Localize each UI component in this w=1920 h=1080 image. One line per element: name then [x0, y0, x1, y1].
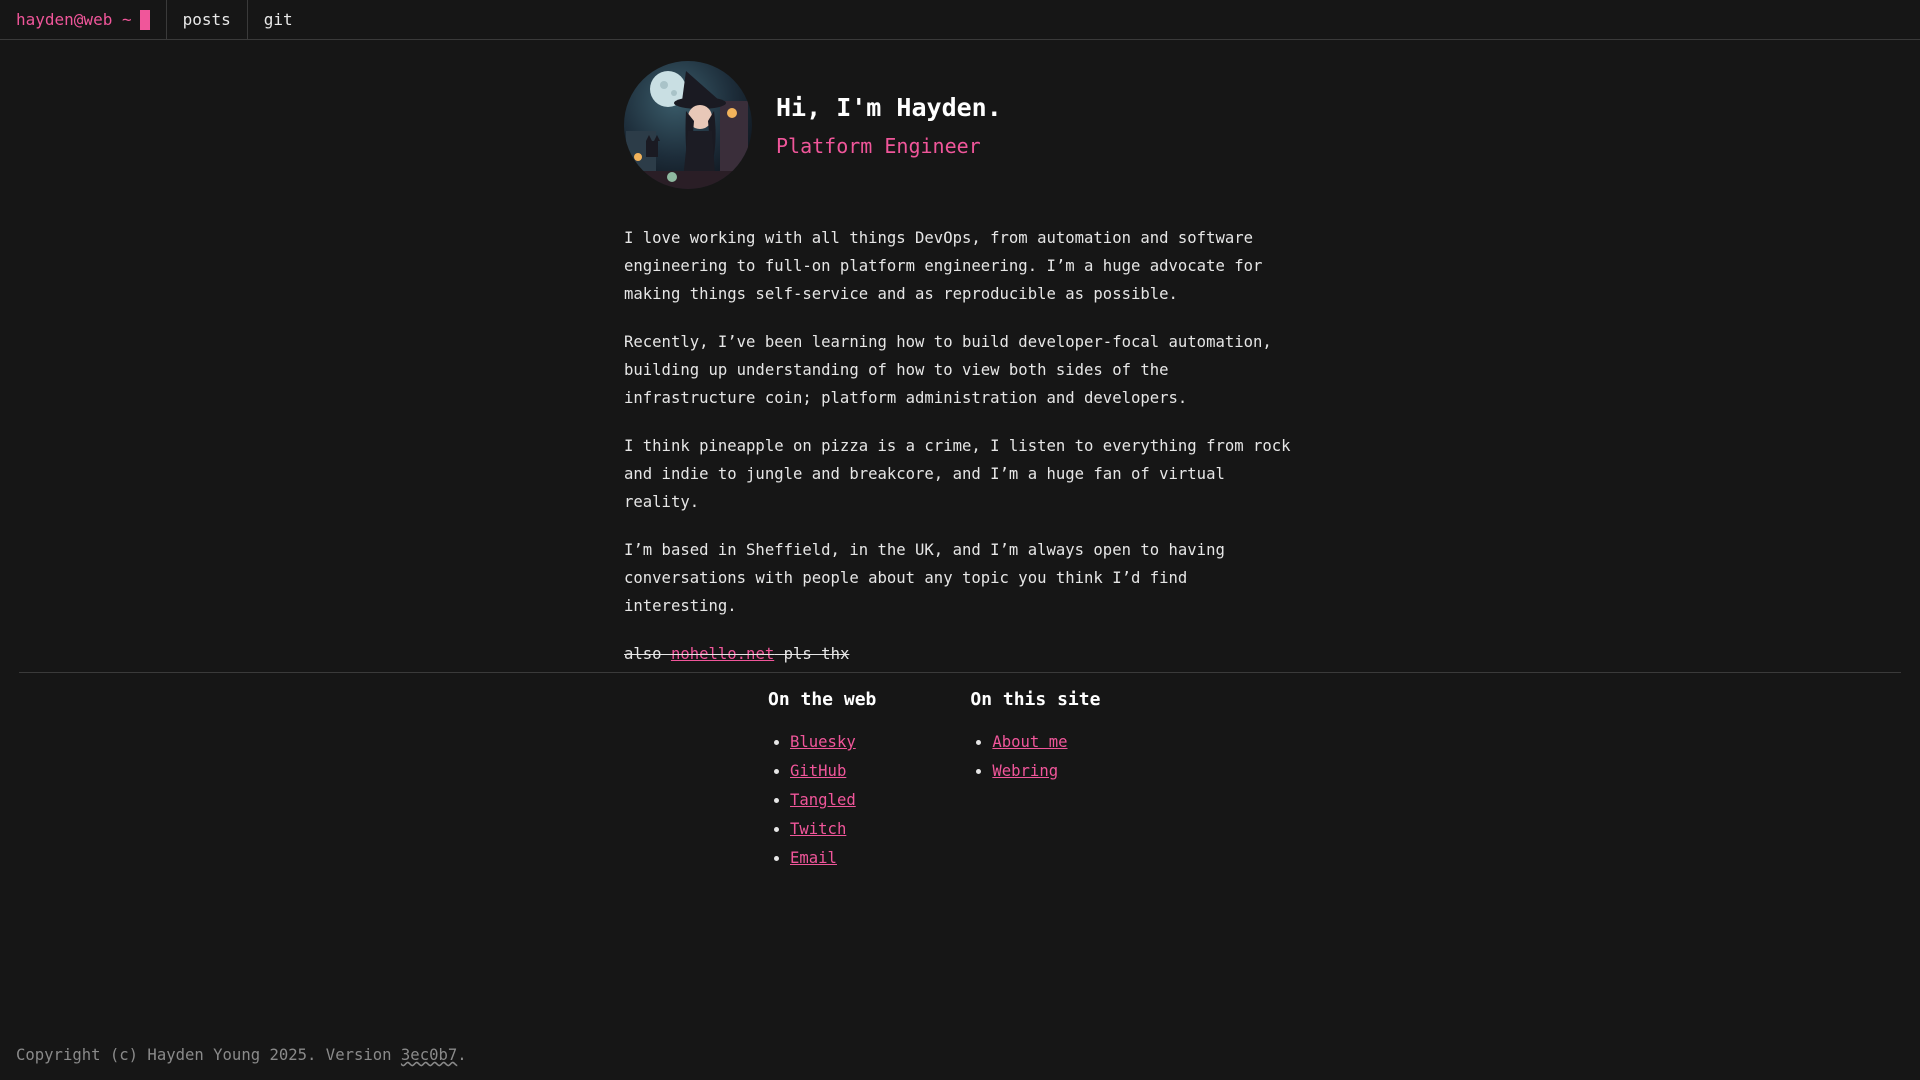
list-item: Webring: [992, 757, 1100, 786]
list-item: Tangled: [790, 786, 876, 815]
site-links-column: On this site About me Webring: [970, 685, 1100, 873]
witch-avatar-icon: [624, 61, 752, 189]
list-item: About me: [992, 728, 1100, 757]
nav-link-git[interactable]: git: [248, 0, 309, 39]
divider: [19, 672, 1901, 673]
nohello-link[interactable]: nohello.net: [671, 645, 774, 663]
web-links-heading: On the web: [768, 689, 877, 710]
site-links-heading: On this site: [970, 689, 1101, 710]
about-paragraph: I love working with all things DevOps, f…: [624, 229, 1263, 303]
list-item: Twitch: [790, 815, 876, 844]
footer-links: On the web Bluesky GitHub Tangled Twitch…: [768, 685, 1100, 873]
site-brand[interactable]: hayden@web ~: [0, 0, 167, 39]
brand-label: hayden@web ~: [16, 10, 132, 29]
job-title: Platform Engineer: [776, 133, 981, 158]
github-link[interactable]: GitHub: [790, 762, 846, 780]
email-link[interactable]: Email: [790, 849, 837, 867]
page-title: Hi, I'm Hayden.: [776, 92, 1002, 122]
list-item: Email: [790, 844, 876, 873]
terminal-cursor-icon: [139, 9, 150, 30]
twitch-link[interactable]: Twitch: [790, 820, 846, 838]
tangled-link[interactable]: Tangled: [790, 791, 856, 809]
avatar: [624, 61, 752, 189]
about-paragraph: Recently, I’ve been learning how to buil…: [624, 333, 1272, 407]
about-section: I love working with all things DevOps, f…: [624, 224, 1296, 668]
list-item: Bluesky: [790, 728, 876, 757]
webring-link[interactable]: Webring: [992, 762, 1058, 780]
aside-prefix: also: [624, 645, 671, 663]
copyright-text: Copyright (c) Hayden Young 2025. Version: [16, 1046, 401, 1064]
bluesky-link[interactable]: Bluesky: [790, 733, 856, 751]
web-links-column: On the web Bluesky GitHub Tangled Twitch…: [768, 685, 876, 873]
copyright-suffix: .: [457, 1046, 467, 1064]
about-paragraph: I think pineapple on pizza is a crime, I…: [624, 437, 1291, 511]
about-paragraph: I’m based in Sheffield, in the UK, and I…: [624, 541, 1225, 615]
copyright: Copyright (c) Hayden Young 2025. Version…: [16, 1046, 467, 1064]
main-content: Hi, I'm Hayden. Platform Engineer I love…: [624, 60, 1296, 688]
nav-link-posts[interactable]: posts: [167, 0, 248, 39]
hero: Hi, I'm Hayden. Platform Engineer: [624, 60, 1296, 190]
list-item: GitHub: [790, 757, 876, 786]
nohello-aside: also nohello.net pls thx: [624, 640, 1296, 668]
aside-suffix: pls thx: [774, 645, 850, 663]
top-nav: hayden@web ~ posts git: [0, 0, 1920, 40]
version-hash[interactable]: 3ec0b7: [401, 1046, 457, 1064]
about-me-link[interactable]: About me: [992, 733, 1067, 751]
